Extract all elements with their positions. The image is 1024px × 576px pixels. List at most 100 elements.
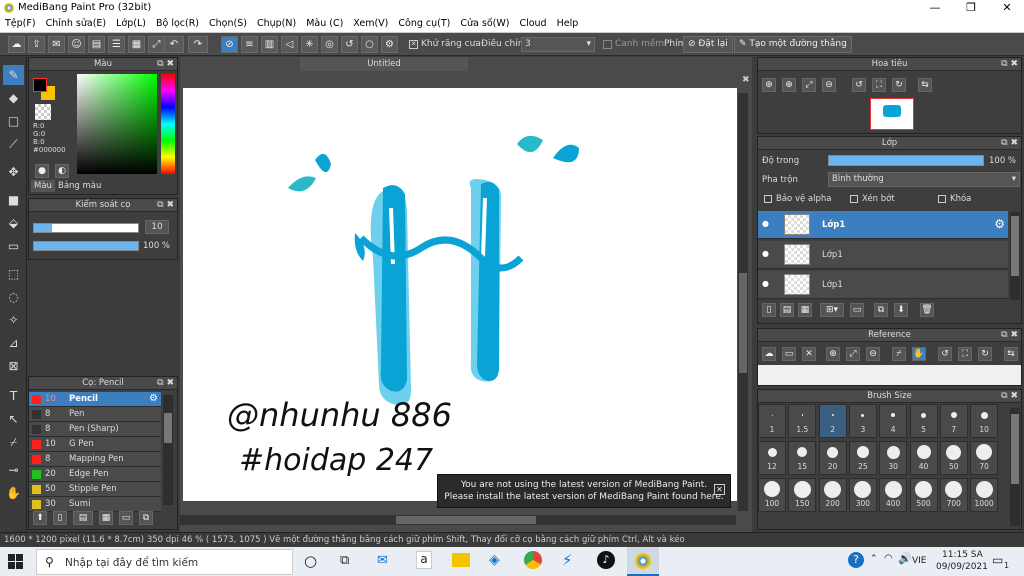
maximize-button[interactable]: ❒: [956, 1, 986, 14]
clipping-checkbox[interactable]: [850, 195, 858, 203]
panel-close-icon[interactable]: ⧉ ✖: [157, 199, 174, 212]
operation-tool-icon[interactable]: ↖: [3, 409, 24, 429]
menu-item[interactable]: Lớp(L): [111, 16, 151, 31]
document-icon[interactable]: ▤: [88, 36, 105, 53]
brush-list-item[interactable]: 8 Pen: [29, 407, 161, 422]
wifi-icon[interactable]: ◠: [884, 553, 893, 564]
layer-folder-icon[interactable]: ▭: [850, 303, 864, 317]
eye-icon[interactable]: ●: [762, 279, 769, 288]
panel-close-icon[interactable]: ⧉ ✖: [157, 377, 174, 390]
ref-hand-icon[interactable]: ✋: [912, 347, 926, 361]
blend-select[interactable]: Bình thường ▾: [828, 172, 1020, 187]
rect-tool-icon[interactable]: □: [3, 111, 24, 131]
line-tool-icon[interactable]: ⟋: [3, 134, 24, 154]
ref-dropper-icon[interactable]: ⌿: [892, 347, 906, 361]
horizontal-scrollbar[interactable]: [180, 515, 736, 525]
brush-size-option[interactable]: 40: [909, 441, 938, 475]
brush-size-scrollbar[interactable]: [1010, 408, 1020, 526]
brush-list-item[interactable]: 30 Sumi: [29, 497, 161, 512]
panel-close-icon[interactable]: ⧉ ✖: [1001, 58, 1018, 71]
eyedropper-icon[interactable]: ⊸: [3, 460, 24, 480]
dropper-tool-icon[interactable]: ⌿: [3, 432, 24, 452]
layer-scrollbar[interactable]: [1010, 212, 1020, 300]
gradient-tool-icon[interactable]: ▭: [3, 236, 24, 256]
eye-icon[interactable]: ●: [762, 219, 769, 228]
brush-list-item[interactable]: 10 Pencil ⚙: [29, 392, 161, 407]
snap-radial-icon[interactable]: ✳: [301, 36, 318, 53]
lock-checkbox[interactable]: [938, 195, 946, 203]
fullscreen-icon[interactable]: ⛶: [872, 78, 886, 92]
brush-size-option[interactable]: 4: [879, 404, 908, 438]
panel-close-icon[interactable]: ⧉ ✖: [1001, 390, 1018, 403]
brush-size-option[interactable]: 700: [939, 478, 968, 512]
brush-size-option[interactable]: 2: [818, 404, 847, 438]
document-canvas[interactable]: @nhunhu 886 #hoidap 247: [183, 88, 737, 501]
layer-add-1bit-icon[interactable]: ▦: [798, 303, 812, 317]
move-tool-icon[interactable]: ✥: [3, 162, 24, 182]
brush-doc-icon[interactable]: ▦: [99, 511, 113, 525]
snap-settings-icon[interactable]: ⚙: [381, 36, 398, 53]
ref-flip-icon[interactable]: ⇆: [1004, 347, 1018, 361]
brush-list-item[interactable]: 8 Pen (Sharp): [29, 422, 161, 437]
brush-new-icon[interactable]: ▯: [53, 511, 67, 525]
snap-parallel-icon[interactable]: ≡: [241, 36, 258, 53]
mail-icon[interactable]: ✉: [377, 553, 388, 568]
select-tool-icon[interactable]: ⬚: [3, 264, 24, 284]
brush-list-item[interactable]: 8 Mapping Pen: [29, 452, 161, 467]
menu-item[interactable]: Chỉnh sửa(E): [41, 16, 112, 31]
gear-icon[interactable]: ⚙: [149, 393, 158, 404]
magic-wand-icon[interactable]: ✧: [3, 310, 24, 330]
grid-icon[interactable]: ▦: [128, 36, 145, 53]
flip-icon[interactable]: ⇆: [918, 78, 932, 92]
brush-size-option[interactable]: 3: [848, 404, 877, 438]
ref-rotate-left-icon[interactable]: ↺: [938, 347, 952, 361]
brush-size-slider[interactable]: [33, 223, 139, 233]
vscode-icon[interactable]: ⚡: [562, 551, 573, 569]
snap-off-icon[interactable]: ⊘: [221, 36, 238, 53]
help-icon[interactable]: ?: [848, 552, 864, 568]
tab-color[interactable]: Màu: [31, 180, 55, 192]
brush-list-item[interactable]: 20 Edge Pen: [29, 467, 161, 482]
brush-size-option[interactable]: 200: [818, 478, 847, 512]
brush-copy-icon[interactable]: ⧉: [139, 511, 153, 525]
brush-folder-icon[interactable]: ▭: [119, 511, 133, 525]
reset-button[interactable]: ⊘ Đặt lại: [683, 36, 733, 53]
brush-list-item[interactable]: 50 Stipple Pen: [29, 482, 161, 497]
menu-item[interactable]: Màu (C): [301, 16, 348, 31]
saturation-picker[interactable]: [77, 74, 157, 174]
layer-add-halftone-icon[interactable]: ▤: [780, 303, 794, 317]
adjust-select[interactable]: 3 ▾: [521, 37, 595, 52]
brush-opacity-slider[interactable]: [33, 241, 139, 251]
antialias-checkbox[interactable]: ✕: [409, 40, 418, 49]
brush-size-option[interactable]: 100: [758, 478, 786, 512]
layer-merge-icon[interactable]: ⬇: [894, 303, 908, 317]
fit-icon[interactable]: ⤢: [802, 78, 816, 92]
task-view-icon[interactable]: ⧉: [340, 553, 349, 568]
brush-add-icon[interactable]: ⬆: [33, 511, 47, 525]
menu-item[interactable]: Xem(V): [348, 16, 393, 31]
select-eraser-icon[interactable]: ⊠: [3, 356, 24, 376]
brush-size-option[interactable]: 50: [939, 441, 968, 475]
minimize-button[interactable]: —: [920, 1, 950, 14]
ref-zoom-in-icon[interactable]: ⊕: [826, 347, 840, 361]
speaker-icon[interactable]: 🔊: [898, 552, 912, 565]
amazon-icon[interactable]: a: [416, 551, 432, 569]
chrome-icon[interactable]: [524, 551, 542, 569]
layer-row[interactable]: ● Lớp1 ⚙: [758, 211, 1008, 239]
hue-slider[interactable]: [161, 74, 175, 174]
fill-rect-tool-icon[interactable]: ■: [3, 190, 24, 210]
snap-ellipse-icon[interactable]: ○: [361, 36, 378, 53]
transparent-swatch[interactable]: [35, 104, 51, 120]
snap-checkbox[interactable]: [603, 40, 612, 49]
layer-opacity-slider[interactable]: [828, 155, 984, 166]
ref-close-icon[interactable]: ✕: [802, 347, 816, 361]
tab-palette[interactable]: Bảng màu: [55, 180, 104, 192]
brush-size-option[interactable]: 7: [939, 404, 968, 438]
brush-size-option[interactable]: 400: [879, 478, 908, 512]
brush-size-option[interactable]: 70: [970, 441, 999, 475]
brush-size-option[interactable]: 1000: [970, 478, 999, 512]
brush-size-option[interactable]: 30: [879, 441, 908, 475]
tab-untitled[interactable]: Untitled: [300, 57, 468, 71]
brush-size-option[interactable]: 12: [758, 441, 786, 475]
reference-image-area[interactable]: [758, 365, 1021, 385]
